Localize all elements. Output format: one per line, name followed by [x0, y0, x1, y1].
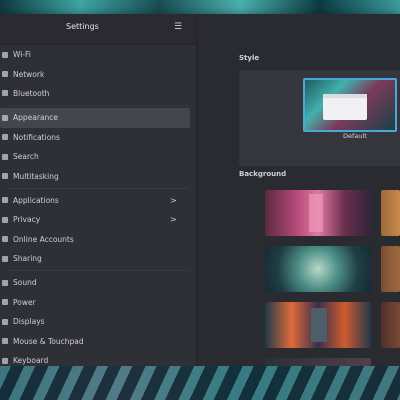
privacy-icon [2, 216, 8, 223]
background-tile-teal-wave[interactable] [265, 246, 371, 292]
sidebar-item-keyboard[interactable]: Keyboard [0, 351, 196, 366]
background-tile-brown-partial[interactable] [381, 246, 400, 292]
sidebar-item-label: Applications [13, 195, 59, 205]
chevron-right-icon: > [170, 195, 177, 205]
sidebar-item-label: Power [13, 297, 36, 307]
sidebar-item-search[interactable]: Search [0, 147, 196, 166]
sidebar-item-label: Wi-Fi [13, 50, 31, 60]
power-icon [2, 299, 8, 306]
sidebar-item-notifications[interactable]: Notifications [0, 128, 196, 147]
sound-icon [2, 279, 8, 286]
sidebar-item-label: Sound [13, 278, 37, 288]
background-tile-rust-partial[interactable] [381, 302, 400, 348]
mouse-icon [2, 338, 8, 345]
settings-window: Settings ☰ Wi-Fi Network Bluetooth Appea… [0, 14, 400, 366]
style-heading: Style [239, 54, 260, 62]
search-icon [2, 153, 8, 160]
sidebar-item-wifi[interactable]: Wi-Fi [0, 45, 196, 64]
sidebar-item-sharing[interactable]: Sharing [0, 249, 196, 268]
bluetooth-icon [2, 90, 8, 97]
sidebar-item-online-accounts[interactable]: Online Accounts [0, 230, 196, 249]
sidebar-item-label: Search [13, 152, 39, 162]
sidebar-item-label: Privacy [13, 215, 41, 225]
network-icon [2, 71, 8, 78]
sidebar-item-sound[interactable]: Sound [0, 273, 196, 292]
background-tile-dark-partial[interactable] [265, 358, 371, 366]
sidebar-item-privacy[interactable]: Privacy > [0, 210, 196, 229]
window-preview [323, 94, 367, 120]
appearance-panel: Style Default Background [197, 14, 400, 366]
sharing-icon [2, 255, 8, 262]
hamburger-menu-icon[interactable]: ☰ [172, 22, 184, 32]
appearance-icon [2, 114, 8, 121]
sidebar-item-appearance[interactable]: Appearance [0, 108, 190, 128]
display-icon [2, 318, 8, 325]
background-heading: Background [239, 170, 287, 178]
sidebar-divider [8, 270, 188, 272]
sidebar-item-label: Appearance [13, 113, 59, 123]
desktop-wallpaper-bottom [0, 366, 400, 400]
accounts-icon [2, 236, 8, 243]
sidebar-item-bluetooth[interactable]: Bluetooth [0, 84, 196, 103]
apps-icon [2, 197, 8, 204]
wifi-icon [2, 51, 8, 58]
sidebar-item-mouse-touchpad[interactable]: Mouse & Touchpad [0, 331, 196, 350]
sidebar-nav: Wi-Fi Network Bluetooth Appearance Notif… [0, 45, 196, 366]
multitasking-icon [2, 173, 8, 180]
bell-icon [2, 134, 8, 141]
sidebar-item-applications[interactable]: Applications > [0, 191, 196, 210]
sidebar-item-label: Online Accounts [13, 234, 74, 244]
background-tile-pink-forest[interactable] [265, 190, 371, 236]
sidebar-item-label: Keyboard [13, 356, 49, 366]
style-section: Default [239, 70, 400, 166]
sidebar-item-label: Notifications [13, 132, 60, 142]
sidebar: Settings ☰ Wi-Fi Network Bluetooth Appea… [0, 14, 197, 366]
sidebar-divider [8, 105, 188, 107]
chevron-right-icon: > [170, 215, 177, 225]
keyboard-icon [2, 357, 8, 364]
sidebar-header: Settings ☰ [0, 14, 196, 45]
sidebar-item-network[interactable]: Network [0, 64, 196, 83]
sidebar-item-displays[interactable]: Displays [0, 312, 196, 331]
style-option-label: Default [343, 132, 367, 140]
sidebar-item-label: Mouse & Touchpad [13, 336, 84, 346]
sidebar-item-power[interactable]: Power [0, 293, 196, 312]
sidebar-item-label: Bluetooth [13, 88, 50, 98]
sidebar-item-label: Sharing [13, 254, 42, 264]
desktop-wallpaper-top [0, 0, 400, 14]
background-tile-orange-partial[interactable] [381, 190, 400, 236]
sidebar-item-label: Network [13, 69, 45, 79]
window-title: Settings [66, 22, 99, 31]
style-option-default[interactable] [303, 78, 397, 132]
background-tile-orange-city[interactable] [265, 302, 371, 348]
sidebar-item-label: Multitasking [13, 171, 59, 181]
sidebar-item-multitasking[interactable]: Multitasking [0, 166, 196, 185]
sidebar-item-label: Displays [13, 317, 45, 327]
sidebar-divider [8, 187, 188, 189]
